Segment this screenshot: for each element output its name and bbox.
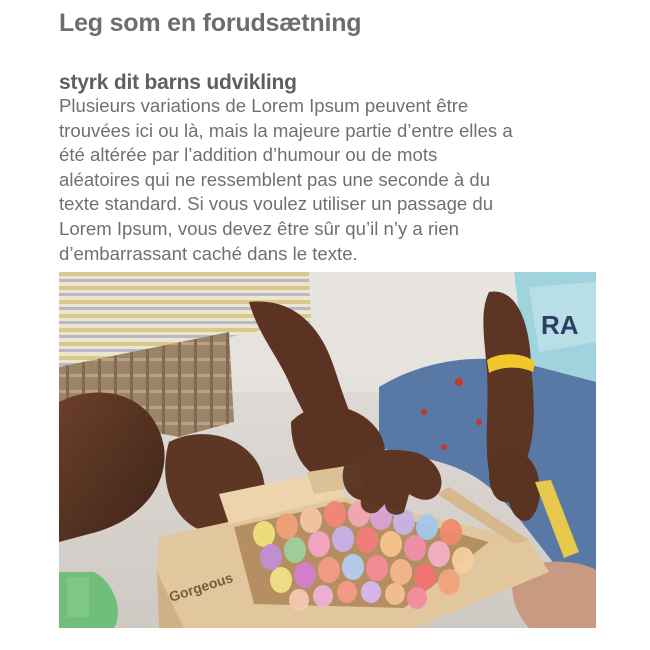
- article-title: Leg som en forudsætning: [59, 9, 362, 37]
- article: Leg som en forudsætning styrk dit barns …: [59, 0, 599, 266]
- body-line: été altérée par l’addition d’humour ou d…: [59, 144, 438, 166]
- body-line: Lorem Ipsum, vous devez être sûr qu’il n…: [59, 217, 459, 239]
- shirt-print: RA: [541, 310, 579, 340]
- body-line: d’embarrassant caché dans le texte.: [59, 242, 358, 264]
- body-line: texte standard. Si vous voulez utiliser …: [59, 193, 494, 215]
- body-line: aléatoires qui ne ressemblent pas une se…: [59, 168, 491, 190]
- children-chalk-photo: RA Gorgeous: [59, 272, 596, 628]
- article-body: Plusieurs variations de Lorem Ipsum peuv…: [59, 94, 599, 266]
- body-line: Plusieurs variations de Lorem Ipsum peuv…: [59, 95, 469, 116]
- body-line: trouvées ici ou là, mais la majeure part…: [59, 119, 513, 141]
- article-subtitle: styrk dit barns udvikling: [59, 71, 297, 94]
